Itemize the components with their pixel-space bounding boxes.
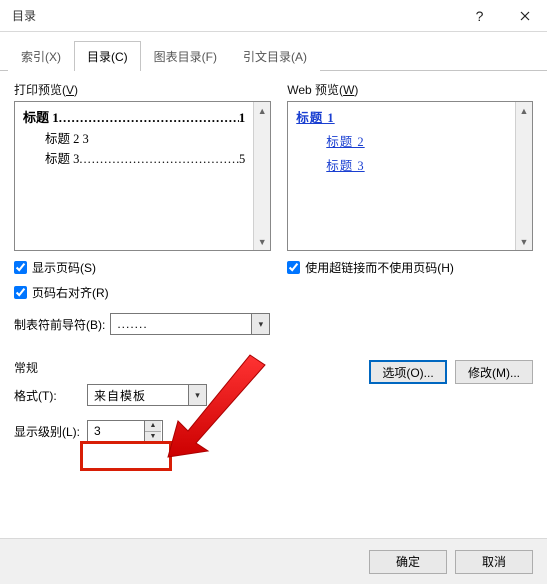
spinner-up-icon[interactable]: ▲ — [145, 421, 161, 432]
print-preview-scrollbar[interactable]: ▲ ▼ — [253, 102, 270, 250]
spinner-down-icon[interactable]: ▼ — [145, 432, 161, 442]
show-levels-input[interactable] — [88, 421, 144, 441]
right-align-label: 页码右对齐(R) — [32, 284, 109, 301]
preview-h1-page: 1 — [239, 108, 246, 129]
cancel-button[interactable]: 取消 — [455, 550, 533, 574]
show-levels-label: 显示级别(L): — [14, 423, 82, 440]
tab-index[interactable]: 索引(X) — [8, 41, 74, 71]
web-link-2[interactable]: 标题 2 — [326, 135, 364, 149]
options-button[interactable]: 选项(O)... — [369, 360, 447, 384]
print-preview-content: 标题 1 ...................................… — [15, 102, 253, 250]
web-preview-scrollbar[interactable]: ▲ ▼ — [515, 102, 532, 250]
tab-figures[interactable]: 图表目录(F) — [141, 41, 230, 71]
annotation-highlight — [80, 441, 172, 471]
tab-bar: 索引(X) 目录(C) 图表目录(F) 引文目录(A) — [0, 32, 547, 71]
web-preview-content: 标题 1 标题 2 标题 3 — [288, 102, 515, 250]
scroll-down-icon[interactable]: ▼ — [254, 233, 270, 250]
preview-h3-text: 标题 3 — [45, 149, 79, 169]
chevron-down-icon[interactable]: ▾ — [188, 385, 206, 405]
print-preview-box: 标题 1 ...................................… — [14, 101, 271, 251]
scroll-up-icon[interactable]: ▲ — [516, 102, 532, 119]
show-levels-spinner[interactable]: ▲ ▼ — [87, 420, 163, 442]
preview-h2-page: 3 — [83, 132, 89, 146]
close-button[interactable] — [502, 0, 547, 32]
modify-button[interactable]: 修改(M)... — [455, 360, 533, 384]
titlebar: 目录 ? — [0, 0, 547, 32]
format-label: 格式(T): — [14, 387, 82, 404]
tab-toc[interactable]: 目录(C) — [74, 41, 141, 71]
web-preview-label: Web 预览(W) — [287, 81, 533, 98]
right-align-checkbox[interactable] — [14, 286, 27, 299]
format-select[interactable]: 来自模板 ▾ — [87, 384, 207, 406]
tab-leader-label: 制表符前导符(B): — [14, 316, 105, 333]
scroll-down-icon[interactable]: ▼ — [516, 233, 532, 250]
show-page-numbers-checkbox[interactable] — [14, 261, 27, 274]
preview-h2-text: 标题 2 — [45, 132, 79, 146]
window-title: 目录 — [12, 7, 36, 24]
help-button[interactable]: ? — [457, 0, 502, 32]
preview-h3-page: 5 — [239, 149, 245, 169]
use-hyperlinks-checkbox[interactable] — [287, 261, 300, 274]
chevron-down-icon[interactable]: ▾ — [251, 314, 269, 334]
close-icon — [520, 11, 530, 21]
scroll-up-icon[interactable]: ▲ — [254, 102, 270, 119]
web-link-1[interactable]: 标题 1 — [296, 111, 334, 125]
tab-citations[interactable]: 引文目录(A) — [230, 41, 320, 71]
print-preview-label: 打印预览(V) — [14, 81, 271, 98]
use-hyperlinks-label: 使用超链接而不使用页码(H) — [305, 259, 454, 276]
show-page-numbers-label: 显示页码(S) — [32, 259, 96, 276]
preview-h1-text: 标题 1 — [23, 108, 59, 129]
web-preview-box: 标题 1 标题 2 标题 3 ▲ ▼ — [287, 101, 533, 251]
web-link-3[interactable]: 标题 3 — [326, 159, 364, 173]
ok-button[interactable]: 确定 — [369, 550, 447, 574]
dialog-footer: 确定 取消 — [0, 538, 547, 584]
tab-leader-select[interactable]: ....... ▾ — [110, 313, 270, 335]
